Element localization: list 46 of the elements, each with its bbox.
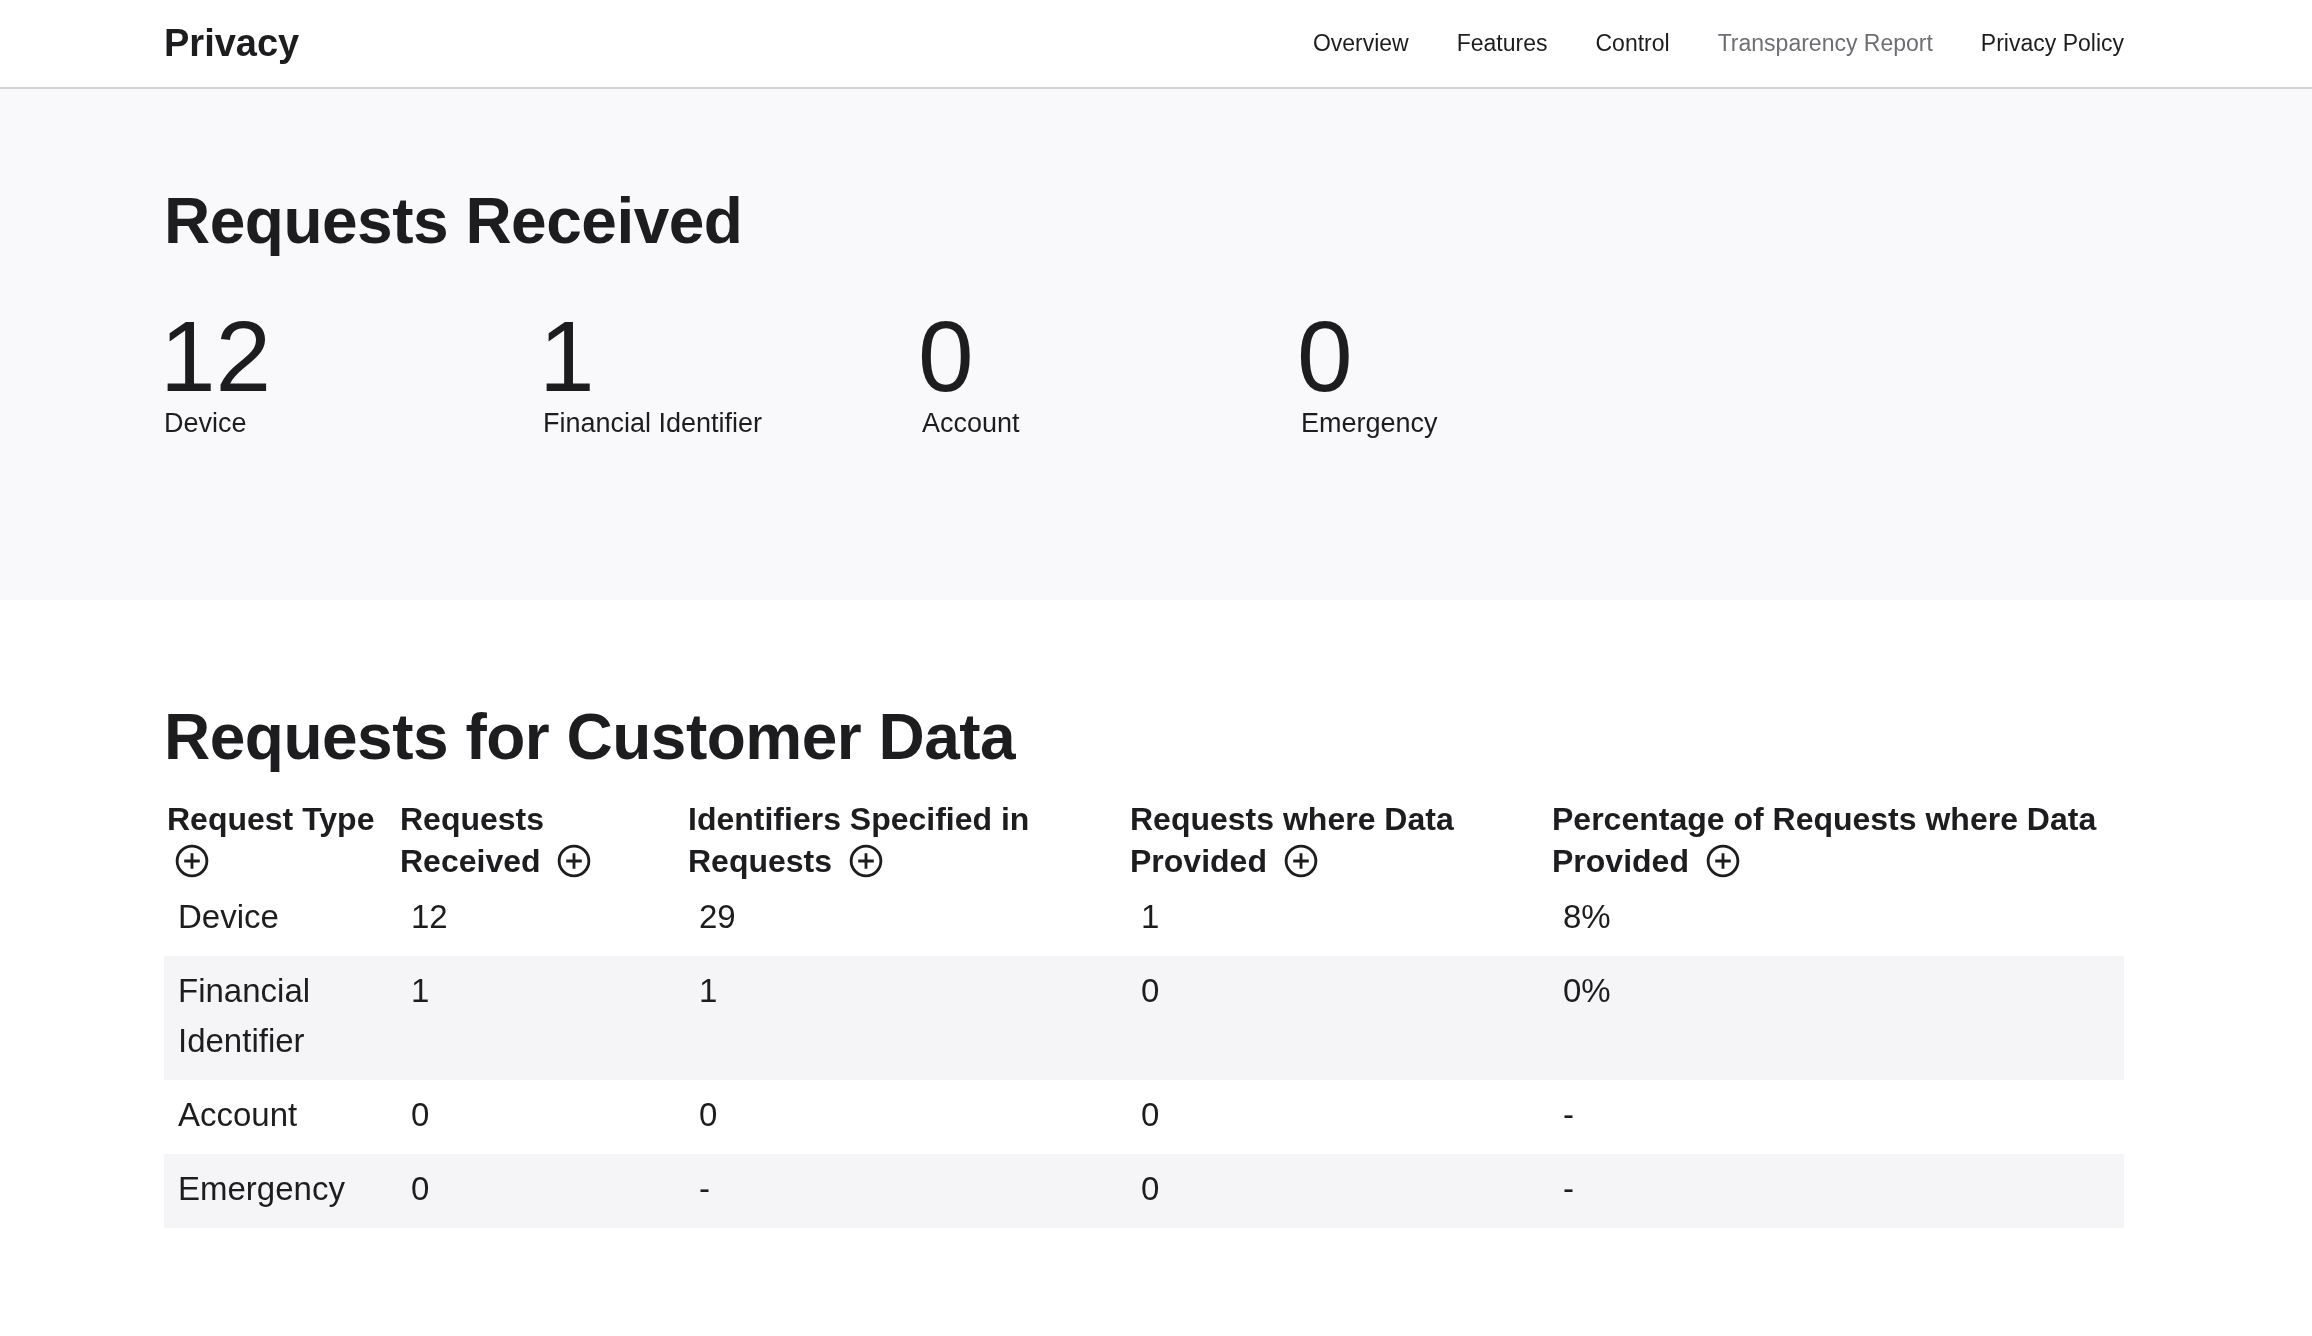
column-header: Requests where Data Provided (1129, 800, 1455, 881)
table-cell: 29 (685, 882, 1127, 956)
plus-circle-icon[interactable] (1283, 844, 1318, 878)
stat-label: Emergency (1301, 408, 1439, 439)
stat-label: Account (922, 408, 1021, 439)
plus-circle-icon[interactable] (1705, 844, 1740, 878)
stat-label: Financial Identifier (543, 408, 764, 439)
table-cell: - (685, 1154, 1127, 1228)
column-header: Identifiers Specified in Requests (687, 800, 1031, 881)
nav-link[interactable]: Control (1595, 30, 1670, 57)
table-cell: 1 (685, 956, 1127, 1080)
stat-label: Device (164, 408, 248, 439)
table-cell: 1 (397, 956, 685, 1080)
column-header: Requests Received (397, 798, 685, 882)
table-cell: - (1549, 1080, 2124, 1154)
nav-link[interactable]: Privacy Policy (1980, 30, 2124, 57)
table-cell: 0% (1549, 956, 2124, 1080)
section-heading: Requests for Customer Data (164, 700, 1017, 774)
stat-value: 12 (160, 308, 273, 404)
table-cell: 8% (1549, 882, 2124, 956)
stat-value: 0 (918, 308, 975, 404)
section-heading: Requests Received (164, 184, 744, 258)
table-cell: 12 (397, 882, 685, 956)
table-cell: 0 (397, 1080, 685, 1154)
table-cell: Account (164, 1080, 397, 1154)
table-cell: Emergency (164, 1154, 397, 1228)
column-header: Percentage of Requests where Data Provided (1551, 800, 2098, 881)
nav-link[interactable]: Overview (1312, 30, 1409, 57)
table-cell: 0 (1127, 1080, 1549, 1154)
stat-value: 1 (539, 308, 596, 404)
table-cell: - (1549, 1154, 2124, 1228)
plus-circle-icon[interactable] (848, 844, 883, 878)
table-cell: 0 (1127, 956, 1549, 1080)
nav-link[interactable]: Transparency Report (1717, 30, 1933, 57)
nav-link[interactable]: Features (1456, 30, 1548, 57)
table-cell: 0 (685, 1080, 1127, 1154)
column-header: Request Type (164, 798, 397, 882)
table-cell: 1 (1127, 882, 1549, 956)
table-cell: 0 (397, 1154, 685, 1228)
table-cell: 0 (1127, 1154, 1549, 1228)
stat-value: 0 (1297, 308, 1354, 404)
table-cell: Financial Identifier (164, 956, 397, 1080)
plus-circle-icon[interactable] (175, 844, 209, 878)
table-cell: Device (164, 882, 397, 956)
brand-link[interactable]: Privacy (164, 22, 300, 65)
plus-circle-icon[interactable] (557, 844, 592, 878)
